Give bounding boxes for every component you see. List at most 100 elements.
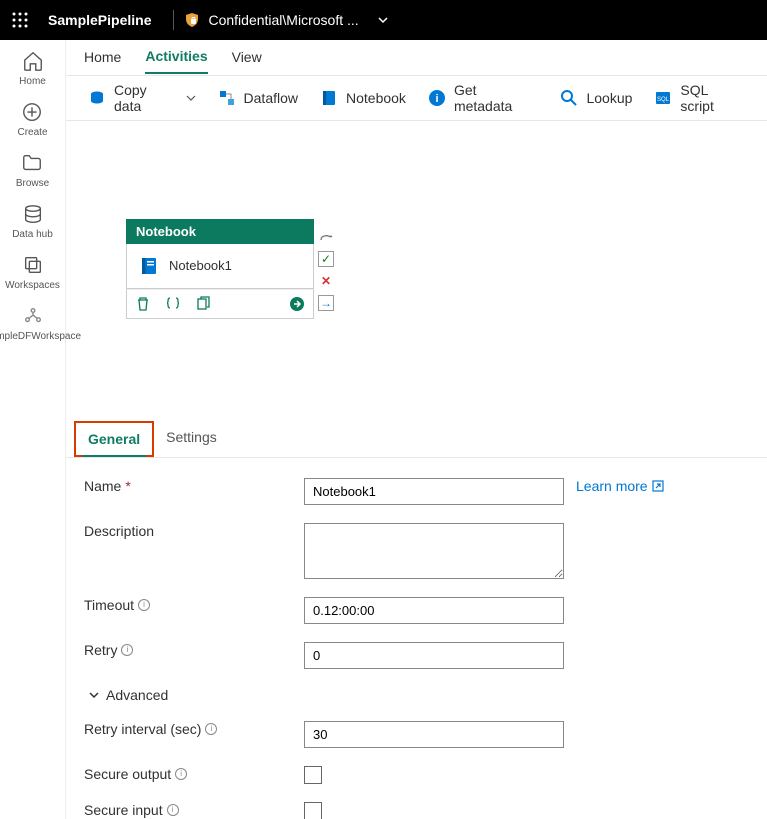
property-tabs: General Settings [66, 421, 767, 458]
dataflow-icon [218, 89, 236, 107]
tool-lookup-label: Lookup [586, 90, 632, 106]
home-icon [22, 50, 44, 72]
activity-node-actions [126, 289, 314, 319]
secure-input-label: Secure input i [84, 802, 304, 818]
left-navigation-rail: Home Create Browse Data hub Workspaces S… [0, 40, 66, 819]
tool-dataflow-label: Dataflow [244, 90, 298, 106]
advanced-toggle[interactable]: Advanced [88, 687, 749, 703]
activity-node-notebook[interactable]: Notebook Notebook1 [126, 219, 314, 319]
main-content: Home Activities View Copy data Dataflow … [66, 40, 767, 819]
workspaces-icon [22, 254, 44, 276]
timeout-input[interactable] [304, 597, 564, 624]
svg-text:SQL: SQL [657, 97, 670, 103]
rail-workspaces-label: Workspaces [5, 280, 60, 291]
prop-tab-general[interactable]: General [74, 421, 154, 457]
name-input[interactable] [304, 478, 564, 505]
skip-handle-icon[interactable] [318, 229, 334, 245]
sql-icon: SQL [654, 89, 672, 107]
header-separator [173, 10, 174, 30]
workspace-node-icon [22, 305, 44, 327]
rail-home[interactable]: Home [19, 50, 46, 87]
chevron-down-icon [88, 689, 100, 701]
row-retry: Retry i [84, 642, 749, 669]
tool-lookup[interactable]: Lookup [550, 83, 642, 113]
plus-circle-icon [21, 101, 43, 123]
activity-node-body: Notebook1 [126, 244, 314, 289]
retry-interval-label: Retry interval (sec) i [84, 721, 304, 737]
activity-status-handles: ✓ ✕ → [318, 229, 334, 311]
rail-browse-label: Browse [16, 178, 49, 189]
retry-interval-input[interactable] [304, 721, 564, 748]
rail-workspaces[interactable]: Workspaces [5, 254, 60, 291]
failure-handle-icon[interactable]: ✕ [318, 273, 334, 289]
retry-label: Retry i [84, 642, 304, 658]
external-link-icon [652, 480, 664, 492]
tool-copydata[interactable]: Copy data [78, 76, 206, 120]
info-icon[interactable]: i [121, 644, 133, 656]
tool-getmetadata-label: Get metadata [454, 82, 539, 114]
secure-output-label: Secure output i [84, 766, 304, 782]
notebook-icon [139, 256, 159, 276]
learn-more-link[interactable]: Learn more [576, 478, 664, 494]
shield-icon [184, 12, 200, 28]
rail-create[interactable]: Create [17, 101, 47, 138]
name-label: Name * [84, 478, 304, 494]
page-tabs: Home Activities View [66, 40, 767, 76]
retry-input[interactable] [304, 642, 564, 669]
tab-activities[interactable]: Activities [145, 40, 207, 74]
app-header: SamplePipeline Confidential\Microsoft ..… [0, 0, 767, 40]
description-label: Description [84, 523, 304, 539]
success-handle-icon[interactable]: ✓ [318, 251, 334, 267]
description-input[interactable] [304, 523, 564, 579]
info-icon[interactable]: i [175, 768, 187, 780]
row-timeout: Timeout i [84, 597, 749, 624]
row-secure-input: Secure input i [84, 802, 749, 819]
tab-home[interactable]: Home [84, 41, 121, 73]
tool-sqlscript-label: SQL script [680, 82, 745, 114]
general-form: Name * Learn more Description Timeout i … [66, 458, 767, 819]
prop-tab-settings[interactable]: Settings [154, 421, 229, 457]
pipeline-canvas[interactable]: Notebook Notebook1 ✓ ✕ → [66, 121, 767, 421]
sensitivity-label: Confidential\Microsoft ... [208, 12, 358, 28]
secure-input-checkbox[interactable] [304, 802, 322, 819]
notebook-icon [320, 89, 338, 107]
tab-view[interactable]: View [232, 41, 262, 73]
run-icon[interactable] [289, 296, 305, 312]
svg-text:i: i [435, 93, 438, 105]
row-description: Description [84, 523, 749, 579]
pipeline-title: SamplePipeline [40, 12, 163, 28]
tool-notebook[interactable]: Notebook [310, 83, 416, 113]
activity-node-header: Notebook [126, 219, 314, 244]
timeout-label: Timeout i [84, 597, 304, 613]
secure-output-checkbox[interactable] [304, 766, 322, 784]
folder-icon [21, 152, 43, 174]
waffle-icon [12, 12, 28, 28]
braces-icon[interactable] [165, 296, 181, 312]
copy-icon[interactable] [195, 296, 211, 312]
info-icon[interactable]: i [205, 723, 217, 735]
rail-datahub-label: Data hub [12, 229, 53, 240]
rail-datahub[interactable]: Data hub [12, 203, 53, 240]
copydata-icon [88, 89, 106, 107]
tool-getmetadata[interactable]: i Get metadata [418, 76, 549, 120]
row-name: Name * Learn more [84, 478, 749, 505]
tool-sqlscript[interactable]: SQL SQL script [644, 76, 755, 120]
info-icon[interactable]: i [167, 804, 179, 816]
row-retry-interval: Retry interval (sec) i [84, 721, 749, 748]
database-icon [22, 203, 44, 225]
tool-dataflow[interactable]: Dataflow [208, 83, 308, 113]
completion-handle-icon[interactable]: → [318, 295, 334, 311]
chevron-down-icon [186, 93, 196, 103]
sensitivity-breadcrumb[interactable]: Confidential\Microsoft ... [184, 12, 388, 28]
rail-browse[interactable]: Browse [16, 152, 49, 189]
delete-icon[interactable] [135, 296, 151, 312]
activity-node-name: Notebook1 [169, 258, 232, 273]
rail-create-label: Create [17, 127, 47, 138]
search-icon [560, 89, 578, 107]
row-secure-output: Secure output i [84, 766, 749, 784]
app-launcher-button[interactable] [0, 0, 40, 40]
rail-home-label: Home [19, 76, 46, 87]
chevron-down-icon [377, 14, 389, 26]
info-icon[interactable]: i [138, 599, 150, 611]
info-circle-icon: i [428, 89, 446, 107]
